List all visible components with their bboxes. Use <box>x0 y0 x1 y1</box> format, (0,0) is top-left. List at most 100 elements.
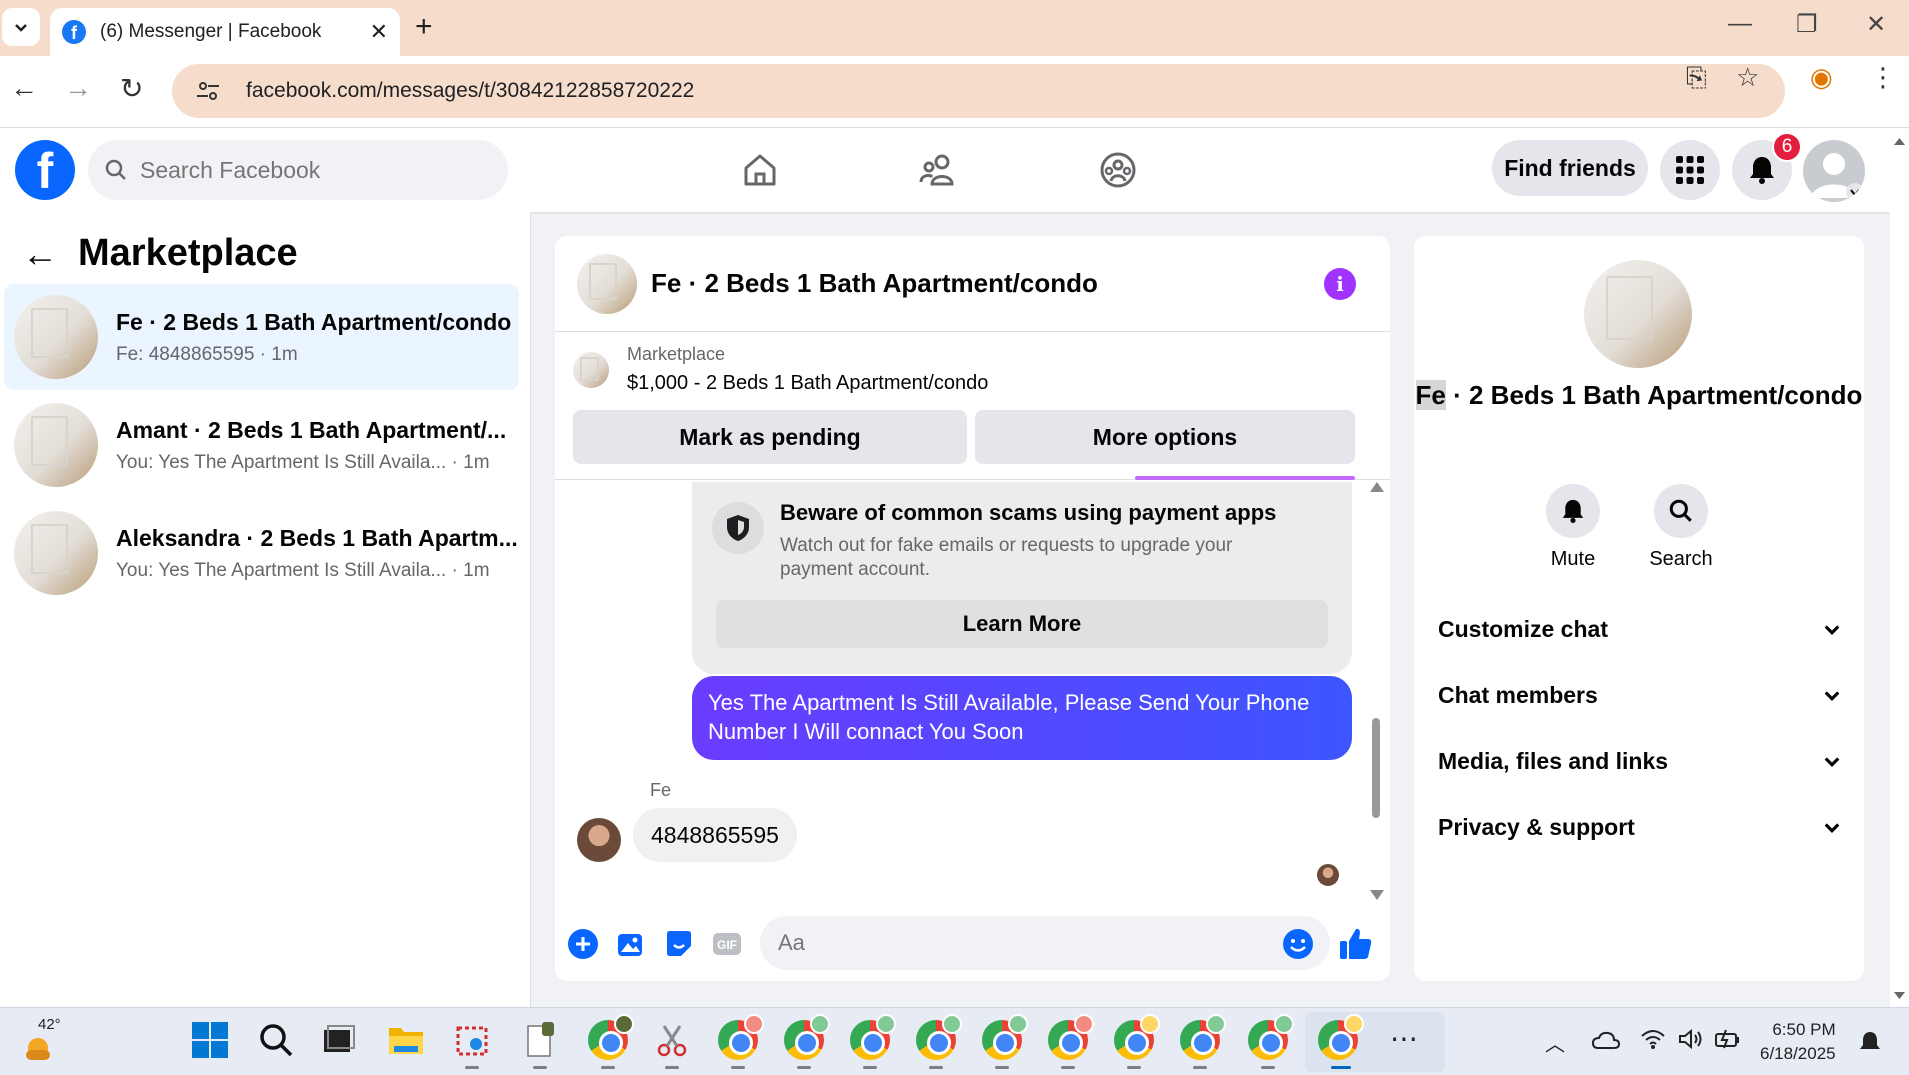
reload-icon[interactable]: ↻ <box>120 72 143 105</box>
tab-search-button[interactable] <box>2 8 40 46</box>
account-avatar[interactable] <box>1803 140 1865 202</box>
chrome-icon[interactable] <box>784 1014 830 1060</box>
system-clock[interactable]: 6:50 PM 6/18/2025 <box>1760 1018 1836 1066</box>
chrome-icon[interactable] <box>1048 1014 1094 1060</box>
chevron-up-icon[interactable]: ︿ <box>1545 1028 1565 1057</box>
site-settings-icon[interactable] <box>192 78 224 104</box>
mute-action[interactable]: Mute <box>1528 484 1618 571</box>
scroll-down-icon[interactable] <box>1370 890 1384 900</box>
new-tab-icon[interactable]: + <box>415 10 433 44</box>
page-scrollbar[interactable] <box>1890 128 1909 1007</box>
facebook-logo-icon[interactable]: f <box>15 140 75 200</box>
gif-icon[interactable]: GIF <box>711 928 743 960</box>
tab-close-icon[interactable]: ✕ <box>370 19 388 45</box>
running-indicator <box>533 1066 547 1069</box>
notification-center-icon[interactable] <box>1858 1030 1882 1054</box>
task-view-icon[interactable] <box>318 1020 358 1060</box>
chevron-down-icon <box>1824 625 1840 635</box>
running-indicator <box>1193 1066 1207 1069</box>
conversation-preview: Fe: 4848865595 · 1m <box>116 343 298 365</box>
wifi-icon[interactable] <box>1640 1028 1666 1050</box>
conversation-item[interactable]: Fe · 2 Beds 1 Bath Apartment/condo Fe: 4… <box>4 284 519 390</box>
file-explorer-icon[interactable] <box>386 1020 426 1060</box>
chat-window: Fe · 2 Beds 1 Bath Apartment/condo i Mar… <box>555 236 1390 981</box>
media-files-links-row[interactable]: Media, files and links <box>1438 736 1842 786</box>
url-text: facebook.com/messages/t/3084212285872022… <box>246 79 695 102</box>
chrome-icon[interactable] <box>1318 1014 1364 1060</box>
customize-chat-row[interactable]: Customize chat <box>1438 604 1842 654</box>
like-thumb-icon[interactable] <box>1338 926 1374 962</box>
battery-icon[interactable] <box>1714 1028 1742 1050</box>
conversation-name: Amant · 2 Beds 1 Bath Apartment/... <box>116 416 507 443</box>
message-input[interactable] <box>778 930 1258 956</box>
running-indicator <box>1061 1066 1075 1069</box>
browser-tab[interactable]: f (6) Messenger | Facebook ✕ <box>50 8 400 56</box>
emoji-icon[interactable] <box>1282 928 1314 960</box>
chat-members-row[interactable]: Chat members <box>1438 670 1842 720</box>
scam-warning-description: Watch out for fake emails or requests to… <box>780 535 1233 580</box>
notification-badge: 6 <box>1772 132 1802 162</box>
chrome-icon[interactable] <box>718 1014 764 1060</box>
chrome-icon[interactable] <box>982 1014 1028 1060</box>
running-indicator <box>797 1066 811 1069</box>
search-icon <box>1669 499 1692 522</box>
mark-as-pending-button[interactable]: Mark as pending <box>573 410 967 464</box>
snipping-tool-icon[interactable] <box>452 1020 492 1060</box>
learn-more-button[interactable]: Learn More <box>716 600 1328 648</box>
sticker-icon[interactable] <box>663 928 695 960</box>
chrome-icon[interactable] <box>1248 1014 1294 1060</box>
scroll-up-icon[interactable] <box>1370 482 1384 492</box>
privacy-support-row[interactable]: Privacy & support <box>1438 802 1842 852</box>
windows-start-icon[interactable] <box>190 1020 230 1060</box>
conversation-item[interactable]: Amant · 2 Beds 1 Bath Apartment/... You:… <box>4 392 519 498</box>
onedrive-cloud-icon[interactable] <box>1592 1030 1620 1050</box>
bell-icon <box>1562 499 1584 523</box>
volume-icon[interactable] <box>1678 1028 1704 1050</box>
groups-icon[interactable] <box>1098 150 1138 190</box>
chat-scrollbar[interactable] <box>1368 482 1384 900</box>
conversation-item[interactable]: Aleksandra · 2 Beds 1 Bath Apartm... You… <box>4 500 519 606</box>
menu-grid-button[interactable] <box>1660 140 1720 200</box>
search-icon[interactable] <box>256 1020 296 1060</box>
scissors-icon[interactable] <box>652 1020 692 1060</box>
more-apps-icon[interactable]: ⋯ <box>1390 1022 1418 1055</box>
running-indicator <box>995 1066 1009 1069</box>
chrome-icon[interactable] <box>916 1014 962 1060</box>
forward-arrow-icon[interactable]: → <box>64 72 92 104</box>
scroll-down-icon[interactable] <box>1890 987 1909 1003</box>
home-icon[interactable] <box>740 150 780 190</box>
install-app-icon[interactable]: ⎘ <box>1686 62 1707 94</box>
running-indicator <box>863 1066 877 1069</box>
plus-circle-icon[interactable] <box>567 928 599 960</box>
window-close-icon[interactable]: ✕ <box>1866 10 1886 39</box>
friends-icon[interactable] <box>918 150 958 190</box>
minimize-icon[interactable]: — <box>1728 10 1752 38</box>
chrome-icon[interactable] <box>1114 1014 1160 1060</box>
profile-icon[interactable]: ◉ <box>1810 62 1833 93</box>
back-arrow-icon[interactable]: ← <box>10 72 38 104</box>
chat-thumbnail[interactable] <box>577 253 637 314</box>
notepad-icon[interactable] <box>520 1020 560 1060</box>
listing-thumbnail[interactable] <box>1584 260 1692 368</box>
chrome-icon[interactable] <box>588 1014 634 1060</box>
scroll-thumb[interactable] <box>1372 718 1380 818</box>
search-action[interactable]: Search <box>1636 484 1726 571</box>
chat-title[interactable]: Fe · 2 Beds 1 Bath Apartment/condo <box>651 268 1098 299</box>
back-arrow-icon[interactable]: ← <box>22 233 78 275</box>
chrome-icon[interactable] <box>1180 1014 1226 1060</box>
restore-icon[interactable]: ❐ <box>1796 10 1818 39</box>
facebook-search[interactable] <box>88 140 508 200</box>
sender-avatar[interactable] <box>577 818 621 862</box>
listing-title[interactable]: $1,000 - 2 Beds 1 Bath Apartment/condo <box>627 372 988 395</box>
more-options-button[interactable]: More options <box>975 410 1355 464</box>
chrome-icon[interactable] <box>850 1014 896 1060</box>
scroll-up-icon[interactable] <box>1890 134 1909 150</box>
search-input[interactable] <box>140 156 480 184</box>
find-friends-button[interactable]: Find friends <box>1492 140 1648 196</box>
address-bar[interactable]: facebook.com/messages/t/3084212285872022… <box>172 64 1785 118</box>
photo-icon[interactable] <box>615 928 647 960</box>
menu-dots-icon[interactable]: ⋮ <box>1870 62 1896 93</box>
info-icon[interactable]: i <box>1324 268 1356 300</box>
outgoing-message: Yes The Apartment Is Still Available, Pl… <box>692 676 1352 760</box>
bookmark-star-icon[interactable]: ☆ <box>1736 62 1759 93</box>
